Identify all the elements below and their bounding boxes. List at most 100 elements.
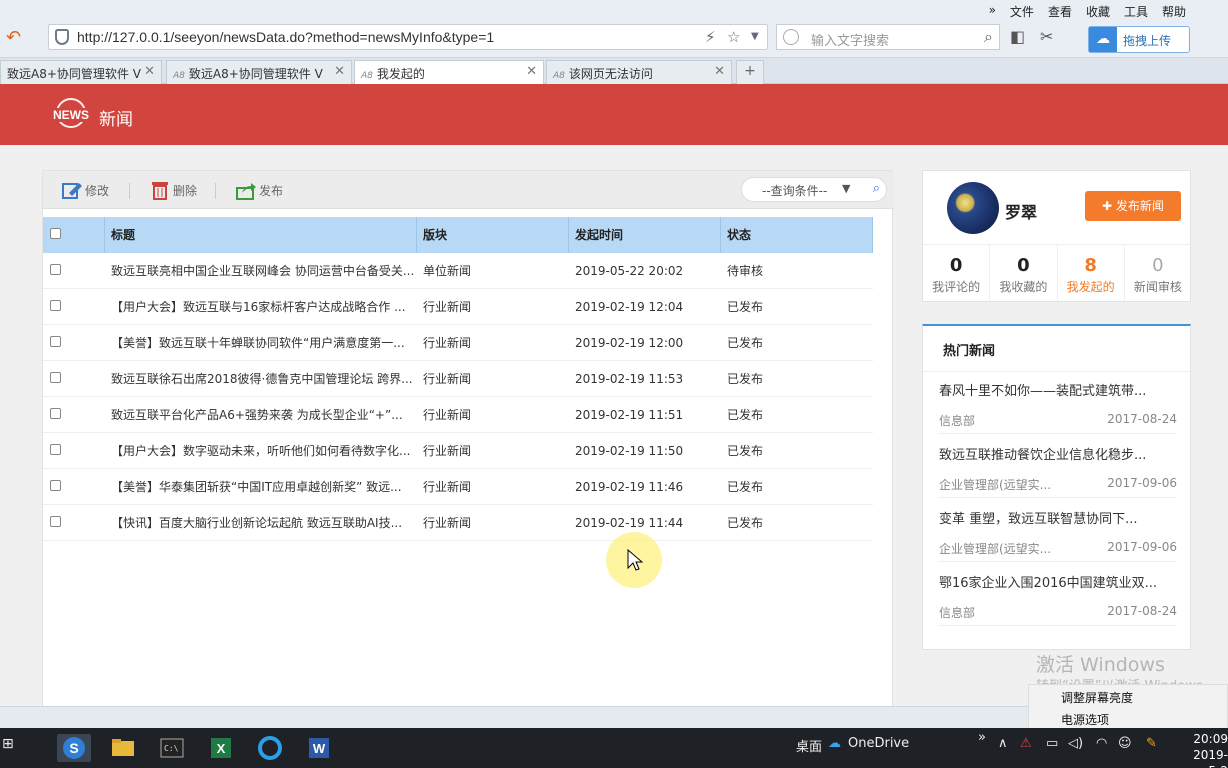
column-time[interactable]: 发起时间 bbox=[569, 217, 721, 253]
menu-tools[interactable]: 工具 bbox=[1122, 2, 1150, 21]
stat-favorited[interactable]: 0 我收藏的 bbox=[990, 245, 1058, 302]
chevron-up-icon[interactable]: ∧ bbox=[998, 736, 1008, 751]
shield-icon bbox=[55, 29, 69, 45]
tab-item-active[interactable]: A8 我发起的 ✕ bbox=[354, 60, 544, 85]
menu-item-power[interactable]: 电源选项 bbox=[1061, 711, 1109, 728]
menu-view[interactable]: 查看 bbox=[1046, 2, 1074, 21]
row-checkbox[interactable] bbox=[50, 263, 61, 275]
edit-button[interactable]: 修改 bbox=[61, 180, 109, 200]
close-icon[interactable]: ✕ bbox=[334, 64, 345, 79]
table-row[interactable]: 【美誉】致远互联十年蝉联协同软件“用户满意度第一... 行业新闻 2019-02-1… bbox=[43, 325, 873, 361]
row-title[interactable]: 致远互联徐石出席2018彼得·德鲁克中国管理论坛 跨界... bbox=[105, 370, 417, 387]
table-row[interactable]: 致远互联亮相中国企业互联网峰会 协同运营中台备受关... 单位新闻 2019-05-… bbox=[43, 253, 873, 289]
table-row[interactable]: 【用户大会】数字驱动未来，听听他们如何看待数字化... 行业新闻 2019-02-1… bbox=[43, 433, 873, 469]
stat-review[interactable]: 0 新闻审核 bbox=[1125, 245, 1191, 302]
menu-favorites[interactable]: 收藏 bbox=[1084, 2, 1112, 21]
row-checkbox[interactable] bbox=[50, 443, 61, 455]
row-checkbox[interactable] bbox=[50, 371, 61, 383]
close-icon[interactable]: ✕ bbox=[526, 64, 537, 79]
terminal-icon[interactable]: C:\ bbox=[155, 734, 189, 762]
search-box[interactable]: 输入文字搜索 ⌕ bbox=[776, 24, 1000, 50]
menu-more[interactable]: » bbox=[987, 2, 998, 21]
tab-item[interactable]: 致远A8+协同管理软件 V ✕ bbox=[0, 60, 162, 84]
query-condition-select[interactable]: --查询条件-- ▼ ⌕ bbox=[741, 177, 887, 202]
row-title[interactable]: 致远互联亮相中国企业互联网峰会 协同运营中台备受关... bbox=[105, 262, 417, 279]
hot-news-item[interactable]: 致远互联推动餐饮企业信息化稳步... 企业管理部(远望实... 2017-09-06 bbox=[939, 444, 1177, 498]
back-icon[interactable]: ↶ bbox=[6, 27, 21, 48]
browser-app-icon[interactable] bbox=[253, 734, 287, 762]
menu-file[interactable]: 文件 bbox=[1008, 2, 1036, 21]
row-checkbox[interactable] bbox=[50, 335, 61, 347]
select-all-checkbox[interactable] bbox=[50, 228, 61, 239]
excel-icon[interactable]: X bbox=[204, 734, 238, 762]
overflow-chevron-icon[interactable]: » bbox=[978, 730, 986, 745]
row-title[interactable]: 【用户大会】致远互联与16家标杆客户达成战略合作 ... bbox=[105, 298, 417, 315]
hot-news-item[interactable]: 鄂16家企业入围2016中国建筑业双... 信息部 2017-08-24 bbox=[939, 572, 1177, 626]
publish-news-button[interactable]: ✚ 发布新闻 bbox=[1085, 191, 1181, 221]
close-icon[interactable]: ✕ bbox=[714, 64, 725, 79]
table-row[interactable]: 【美誉】华泰集团斩获“中国IT应用卓越创新奖” 致远... 行业新闻 2019-02… bbox=[43, 469, 873, 505]
row-checkbox[interactable] bbox=[50, 515, 61, 527]
row-checkbox[interactable] bbox=[50, 299, 61, 311]
table-row[interactable]: 【用户大会】致远互联与16家标杆客户达成战略合作 ... 行业新闻 2019-02-… bbox=[43, 289, 873, 325]
desktop-toolbar-label[interactable]: 桌面 bbox=[796, 736, 822, 755]
table-row[interactable]: 致远互联平台化产品A6+强势来袭 为成长型企业“+”... 行业新闻 2019-02… bbox=[43, 397, 873, 433]
row-title[interactable]: 【美誉】华泰集团斩获“中国IT应用卓越创新奖” 致远... bbox=[105, 478, 417, 495]
star-icon[interactable]: ☆ bbox=[727, 28, 740, 46]
hot-news-item-title[interactable]: 致远互联推动餐饮企业信息化稳步... bbox=[939, 444, 1177, 463]
chevron-down-icon[interactable]: ▼ bbox=[751, 31, 759, 42]
search-icon[interactable]: ⌕ bbox=[984, 27, 993, 47]
hot-news-item[interactable]: 春风十里不如你——装配式建筑带... 信息部 2017-08-24 bbox=[939, 380, 1177, 434]
system-clock[interactable]: 20:09 2019-5-2 bbox=[1190, 731, 1228, 768]
row-title[interactable]: 【美誉】致远互联十年蝉联协同软件“用户满意度第一... bbox=[105, 334, 417, 351]
folder-icon[interactable] bbox=[106, 734, 140, 762]
close-icon[interactable]: ✕ bbox=[144, 64, 155, 79]
column-title[interactable]: 标题 bbox=[105, 217, 417, 253]
sogou-browser-icon[interactable]: S bbox=[57, 734, 91, 762]
address-bar[interactable]: http://127.0.0.1/seeyon/newsData.do?meth… bbox=[48, 24, 768, 50]
security-app-icon[interactable]: ⚠ bbox=[1020, 736, 1032, 751]
stat-commented[interactable]: 0 我评论的 bbox=[923, 245, 991, 302]
tab-item[interactable]: A8 致远A8+协同管理软件 V ✕ bbox=[166, 60, 352, 84]
tab-favicon: A8 bbox=[173, 71, 185, 81]
volume-icon[interactable]: ◁) bbox=[1068, 736, 1083, 751]
column-status[interactable]: 状态 bbox=[721, 217, 873, 253]
tab-item[interactable]: A8 该网页无法访问 ✕ bbox=[546, 60, 732, 84]
task-view-icon[interactable]: ⊞ bbox=[2, 736, 14, 752]
row-checkbox[interactable] bbox=[50, 407, 61, 419]
word-icon[interactable]: W bbox=[302, 734, 336, 762]
network-icon[interactable]: ◠ bbox=[1096, 736, 1107, 751]
hot-news-item[interactable]: 变革 重塑，致远互联智慧协同下... 企业管理部(远望实... 2017-09-06 bbox=[939, 508, 1177, 562]
scissors-icon[interactable]: ✂ bbox=[1040, 27, 1053, 46]
hot-news-dept: 企业管理部(远望实... bbox=[939, 542, 1052, 556]
table-row[interactable]: 【快讯】百度大脑行业创新论坛起航 致远互联助AI技... 行业新闻 2019-02-… bbox=[43, 505, 873, 541]
publish-button[interactable]: 发布 bbox=[235, 180, 283, 200]
battery-icon[interactable]: ▭ bbox=[1046, 736, 1058, 751]
column-section[interactable]: 版块 bbox=[417, 217, 569, 253]
onedrive-label[interactable]: OneDrive bbox=[848, 736, 909, 751]
hot-news-item-title[interactable]: 春风十里不如你——装配式建筑带... bbox=[939, 380, 1177, 399]
delete-button[interactable]: 删除 bbox=[149, 180, 197, 200]
menu-item-brightness[interactable]: 调整屏幕亮度 bbox=[1061, 689, 1133, 706]
search-icon[interactable]: ⌕ bbox=[873, 181, 880, 196]
row-title[interactable]: 【快讯】百度大脑行业创新论坛起航 致远互联助AI技... bbox=[105, 514, 417, 531]
divider bbox=[215, 183, 216, 199]
row-title[interactable]: 【用户大会】数字驱动未来，听听他们如何看待数字化... bbox=[105, 442, 417, 459]
table-row[interactable]: 致远互联徐石出席2018彼得·德鲁克中国管理论坛 跨界... 行业新闻 2019-0… bbox=[43, 361, 873, 397]
hot-news-item-title[interactable]: 鄂16家企业入围2016中国建筑业双... bbox=[939, 572, 1177, 591]
lightning-icon[interactable]: ⚡ bbox=[705, 28, 716, 46]
note-icon[interactable]: ◧ bbox=[1010, 27, 1025, 46]
hot-news-date: 2017-09-06 bbox=[1107, 476, 1177, 490]
search-placeholder: 输入文字搜索 bbox=[811, 34, 890, 49]
input-method-icon[interactable]: ✎ bbox=[1146, 736, 1157, 751]
menu-help[interactable]: 帮助 bbox=[1160, 2, 1188, 21]
qq-icon[interactable]: ☺ bbox=[1118, 736, 1132, 751]
new-tab-button[interactable]: + bbox=[736, 60, 764, 84]
stat-label: 我发起的 bbox=[1066, 280, 1115, 294]
avatar[interactable] bbox=[947, 182, 999, 234]
upload-button[interactable]: ☁ 拖拽上传 bbox=[1088, 26, 1190, 53]
row-checkbox[interactable] bbox=[50, 479, 61, 491]
hot-news-item-title[interactable]: 变革 重塑，致远互联智慧协同下... bbox=[939, 508, 1177, 527]
stat-initiated[interactable]: 8 我发起的 bbox=[1058, 245, 1125, 302]
row-title[interactable]: 致远互联平台化产品A6+强势来袭 为成长型企业“+”... bbox=[105, 406, 417, 423]
